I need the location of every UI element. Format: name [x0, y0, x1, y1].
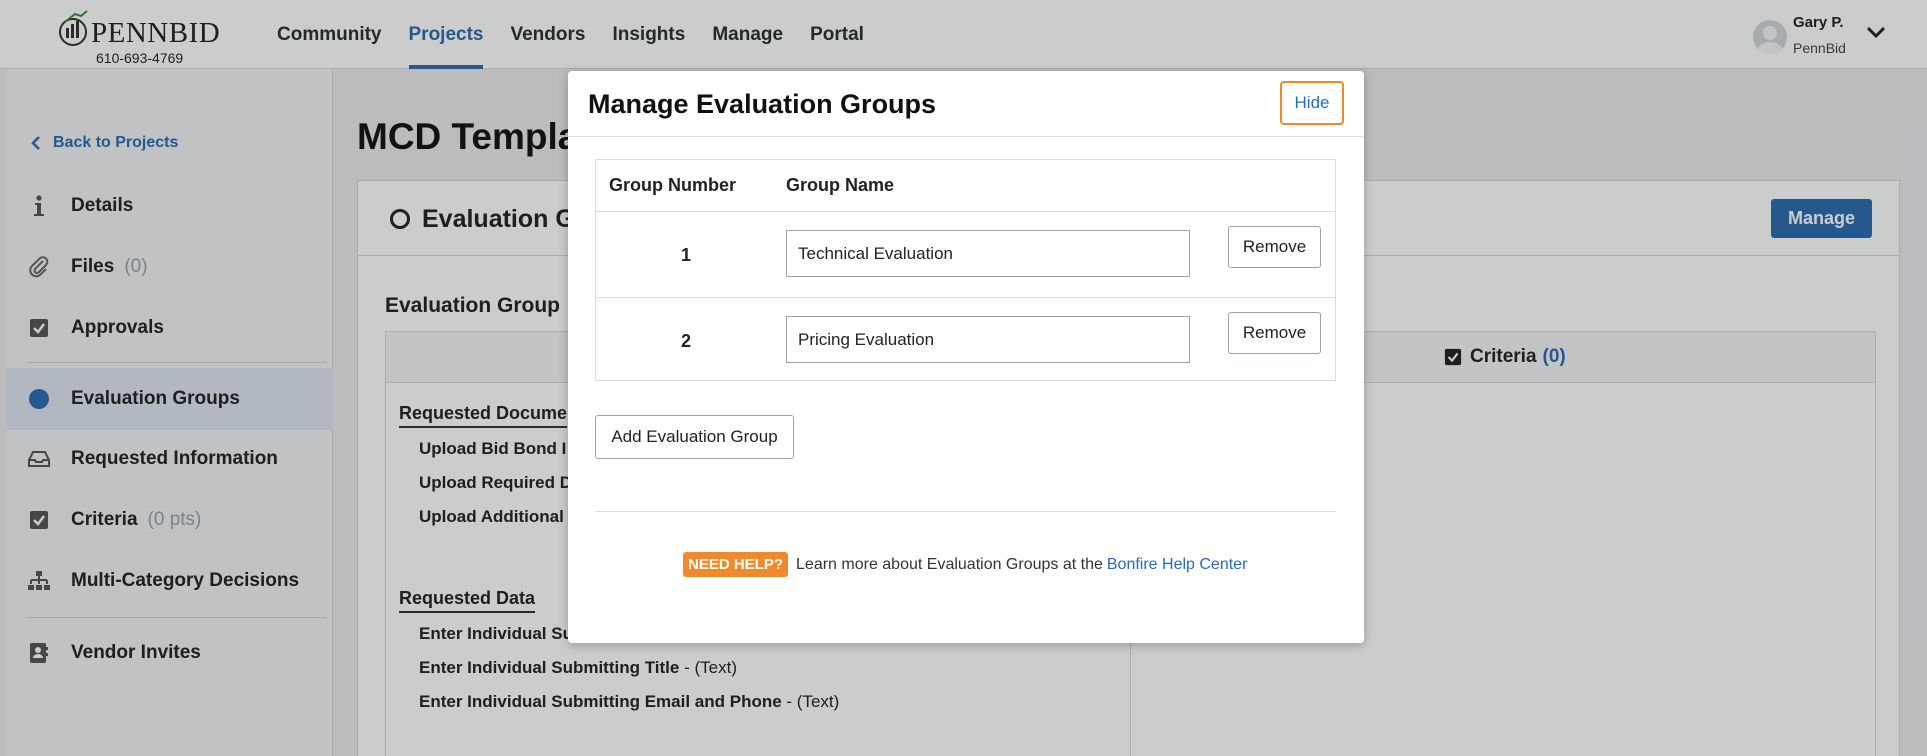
- add-evaluation-group-button[interactable]: Add Evaluation Group: [595, 415, 794, 459]
- need-help-badge: NEED HELP?: [683, 552, 789, 577]
- table-row: 2 Remove: [596, 297, 1335, 382]
- table-row: 1 Remove: [596, 212, 1335, 297]
- group-name-input[interactable]: [786, 316, 1190, 363]
- column-header-group-name: Group Name: [786, 175, 895, 195]
- remove-group-button[interactable]: Remove: [1228, 226, 1321, 268]
- help-center-link[interactable]: Bonfire Help Center: [1107, 556, 1248, 574]
- manage-evaluation-groups-modal: Manage Evaluation Groups Hide Group Numb…: [568, 71, 1364, 643]
- remove-group-button[interactable]: Remove: [1228, 312, 1321, 354]
- modal-header: Manage Evaluation Groups Hide: [568, 71, 1364, 137]
- help-footer: NEED HELP? Learn more about Evaluation G…: [683, 552, 1247, 577]
- column-header-group-number: Group Number: [609, 175, 737, 195]
- help-text: Learn more about Evaluation Groups at th…: [796, 555, 1103, 573]
- hide-button[interactable]: Hide: [1280, 81, 1344, 125]
- modal-divider: [595, 511, 1336, 512]
- group-number: 2: [681, 331, 692, 351]
- modal-title: Manage Evaluation Groups: [588, 89, 937, 119]
- evaluation-groups-table: Group Number Group Name 1 Remove 2 Remov…: [595, 159, 1336, 381]
- group-number: 1: [681, 245, 692, 265]
- group-name-input[interactable]: [786, 230, 1190, 277]
